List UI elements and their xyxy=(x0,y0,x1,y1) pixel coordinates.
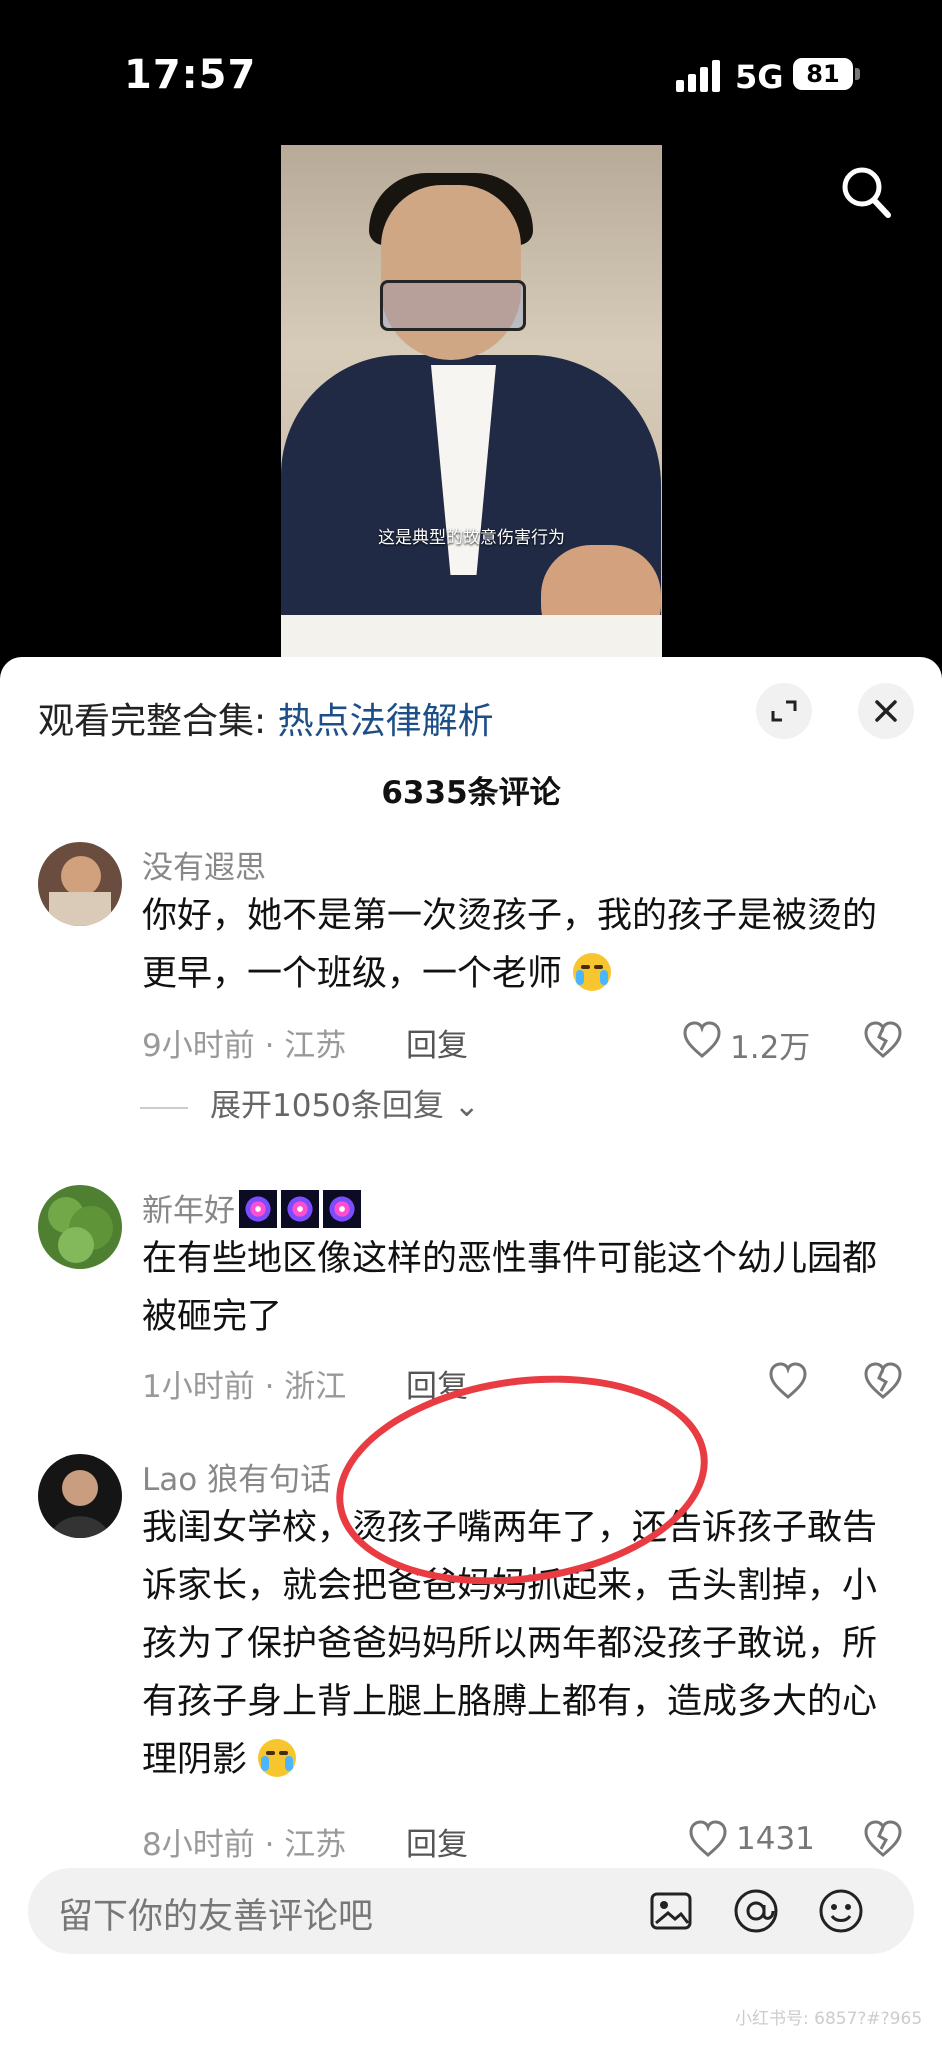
comment-sheet: 观看完整合集: 热点法律解析 6335条评论 没有遐思 你好，她不是第一次烫孩子… xyxy=(0,657,942,2048)
avatar-image xyxy=(38,1185,122,1269)
avatar-image xyxy=(38,1454,122,1538)
fireworks-icon xyxy=(281,1190,319,1228)
heart-icon xyxy=(683,1021,721,1058)
collection-title[interactable]: 热点法律解析 xyxy=(278,701,494,742)
fireworks-icon xyxy=(239,1190,277,1228)
expand-replies-label: 展开1050条回复 xyxy=(210,1088,444,1124)
status-bar: 17:57 5G 81 xyxy=(0,0,942,150)
video-subtitle: 这是典型的故意伤害行为 xyxy=(378,528,565,548)
like-count: 1.2万 xyxy=(730,1030,811,1066)
battery-icon: 81 xyxy=(793,58,853,90)
image-icon[interactable] xyxy=(643,1883,699,1939)
collection-link[interactable]: 观看完整合集: 热点法律解析 xyxy=(38,692,494,744)
video-face xyxy=(381,185,521,360)
watermark-text: 小红书号: 6857?#?965 xyxy=(735,2009,923,2029)
expand-icon xyxy=(771,700,797,722)
dislike-icon[interactable] xyxy=(861,1359,905,1403)
dislike-icon[interactable] xyxy=(861,1817,905,1861)
avatar[interactable] xyxy=(38,1185,122,1269)
heart-icon xyxy=(689,1820,727,1857)
crying-face-icon xyxy=(258,1739,297,1777)
comment-author[interactable]: Lao 狼有句话 xyxy=(142,1454,331,1499)
like-button[interactable]: 1.2万 xyxy=(680,1018,810,1066)
comment-meta: 9小时前 · 江苏 xyxy=(142,1028,347,1064)
network-label: 5G xyxy=(735,58,784,96)
status-time: 17:57 xyxy=(124,52,257,98)
comment-text: 在有些地区像这样的恶性事件可能这个幼儿园都被砸完了 xyxy=(142,1239,878,1337)
comment-input-placeholder[interactable]: 留下你的友善评论吧 xyxy=(58,1888,373,1939)
comment-author[interactable]: 新年好 xyxy=(142,1185,361,1230)
comment-meta: 8小时前 · 江苏 xyxy=(142,1827,347,1863)
emoji-icon[interactable] xyxy=(813,1883,869,1939)
heart-icon[interactable] xyxy=(766,1359,810,1403)
comment-meta: 1小时前 · 浙江 xyxy=(142,1369,347,1405)
like-button[interactable]: 1431 xyxy=(686,1817,815,1863)
signal-icon xyxy=(676,60,722,92)
comment-content: 你好，她不是第一次烫孩子，我的孩子是被烫的更早，一个班级，一个老师 xyxy=(142,896,878,994)
fireworks-icon xyxy=(323,1190,361,1228)
video-desk xyxy=(281,615,662,657)
at-icon[interactable] xyxy=(728,1883,784,1939)
expand-button[interactable] xyxy=(756,683,812,739)
close-button[interactable] xyxy=(858,683,914,739)
close-icon xyxy=(875,700,897,722)
video-player[interactable]: 这是典型的故意伤害行为 xyxy=(281,145,662,657)
comment-input-bar[interactable]: 留下你的友善评论吧 xyxy=(28,1868,914,1954)
expand-replies-button[interactable]: 展开1050条回复 ⌄ xyxy=(140,1080,480,1125)
reply-button[interactable]: 回复 xyxy=(406,1020,468,1065)
like-count: 1431 xyxy=(736,1821,815,1857)
comment-count: 6335条评论 xyxy=(381,775,561,811)
reply-button[interactable]: 回复 xyxy=(406,1819,468,1864)
dislike-icon[interactable] xyxy=(861,1018,905,1062)
comment-text: 你好，她不是第一次烫孩子，我的孩子是被烫的更早，一个班级，一个老师 xyxy=(142,887,902,1003)
crying-face-icon xyxy=(573,953,612,991)
comment-author[interactable]: 没有遐思 xyxy=(142,842,266,887)
avatar[interactable] xyxy=(38,842,122,926)
avatar[interactable] xyxy=(38,1454,122,1538)
video-glasses xyxy=(380,280,526,331)
battery-cap xyxy=(855,68,860,80)
collection-prefix: 观看完整合集: xyxy=(38,701,278,742)
search-icon[interactable] xyxy=(840,165,892,220)
avatar-image xyxy=(38,842,122,926)
